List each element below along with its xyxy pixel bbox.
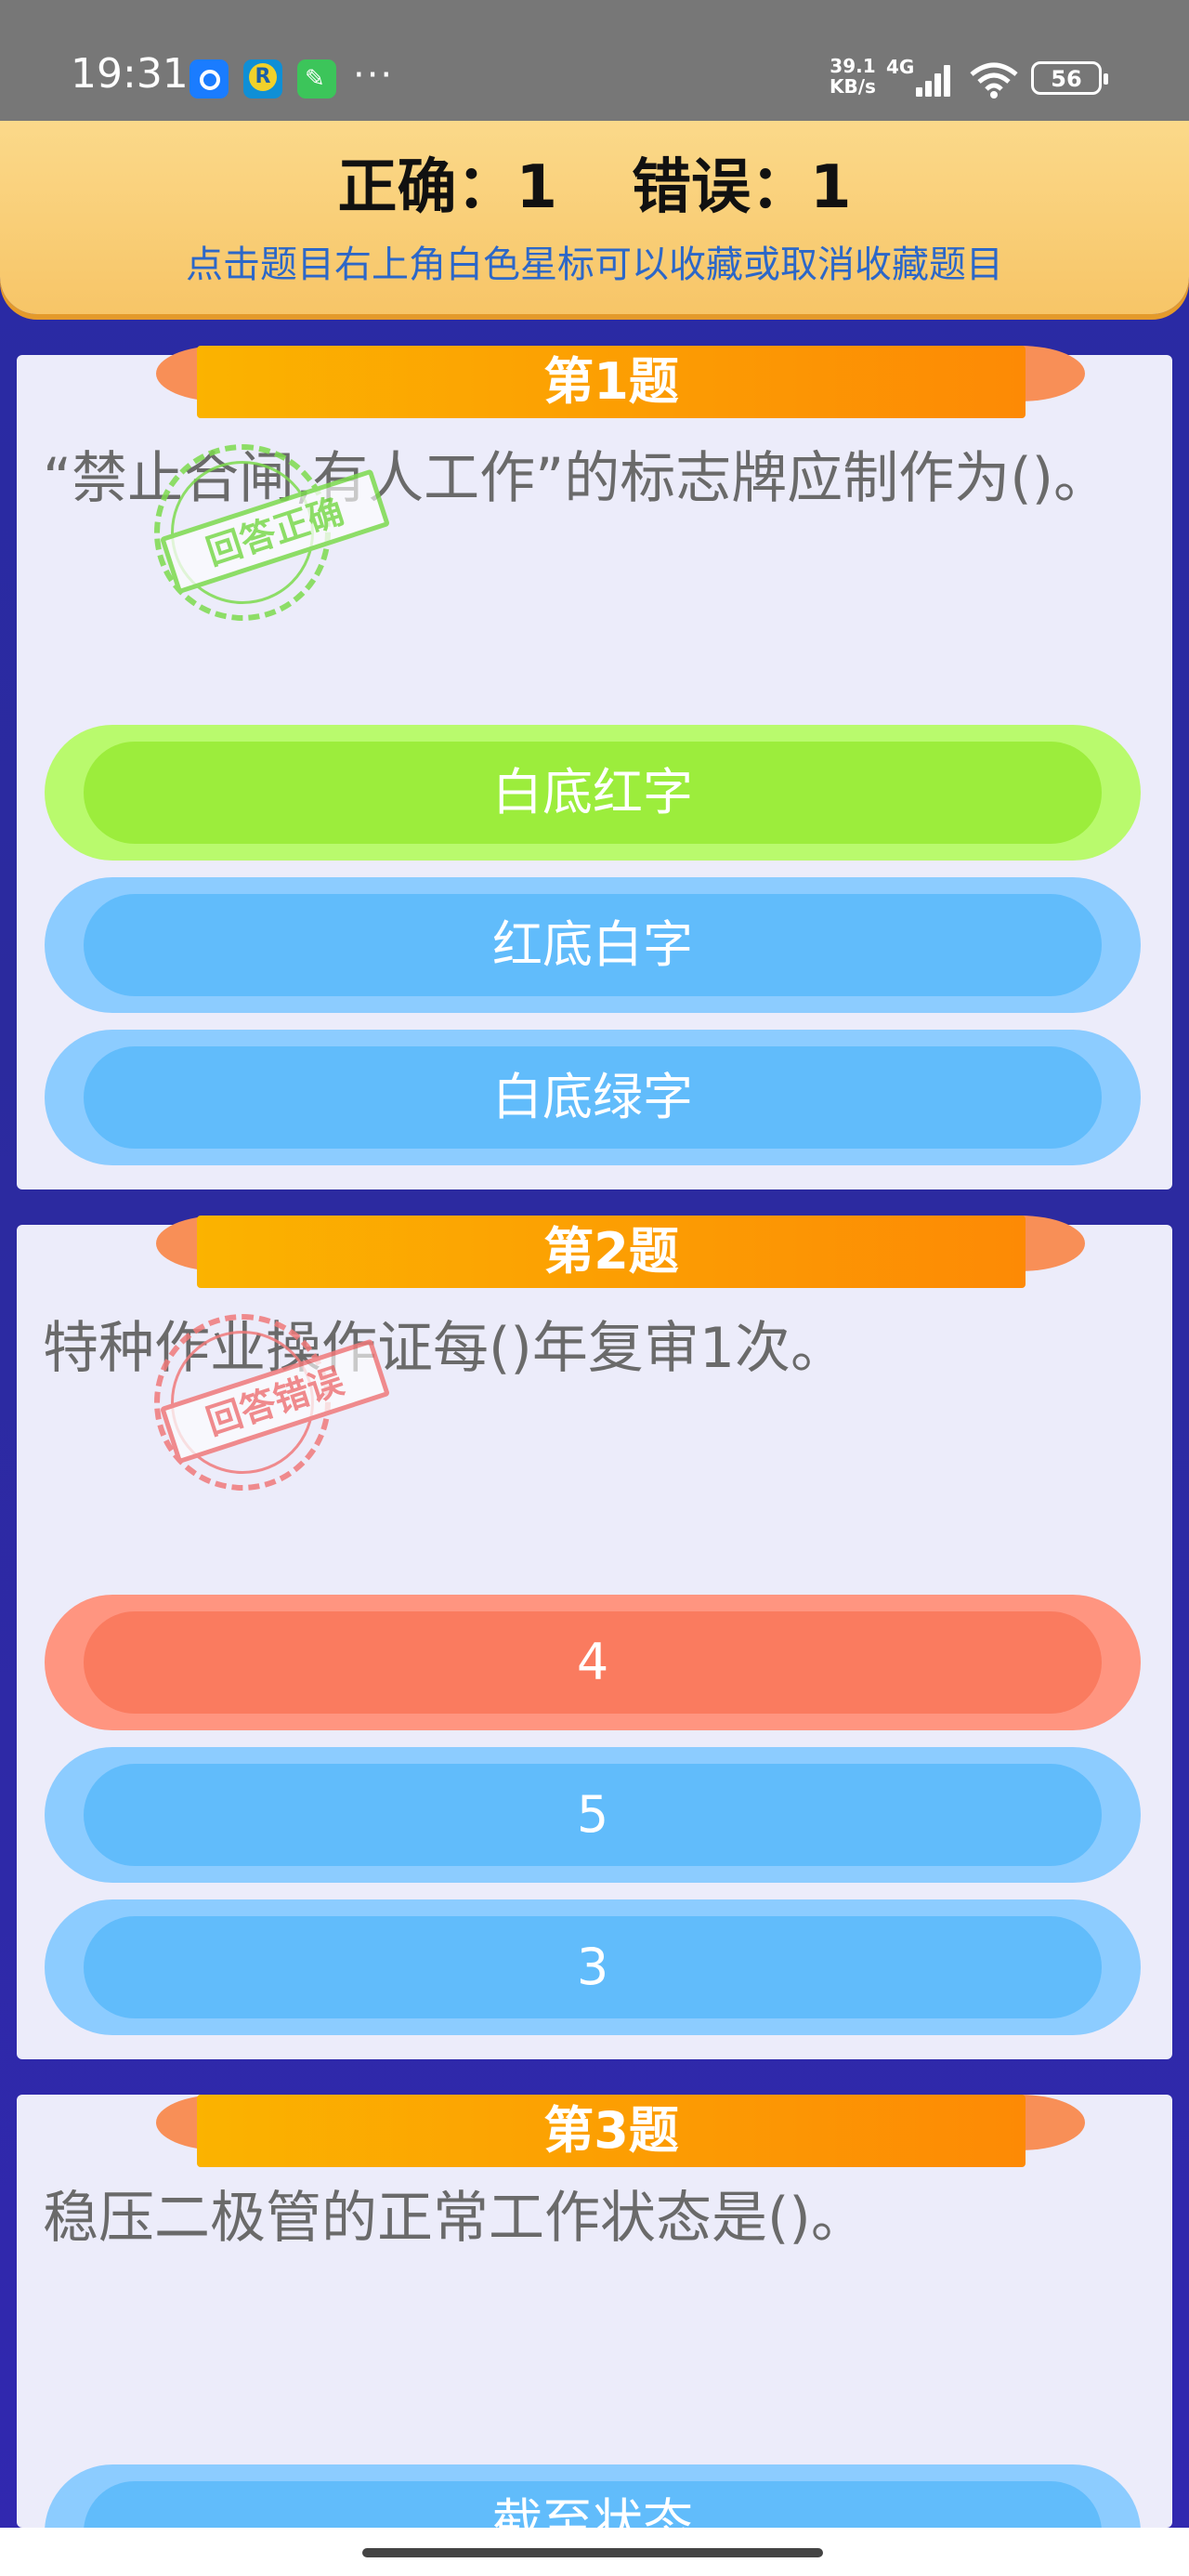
option-a[interactable]: 白底红字 [45,725,1141,861]
question-text: 稳压二极管的正常工作状态是()。 [43,2186,867,2251]
network-speed-value: 39.1 [830,55,876,77]
signal-icon [916,63,953,97]
question-ribbon: 第3题 [156,2095,1085,2173]
option-label: 3 [84,1916,1102,2018]
question-ribbon: 第2题 [156,1216,1085,1294]
wrench-app-notification-icon: ✎ [297,59,336,99]
wifi-icon [970,62,1018,99]
option-label: 4 [84,1611,1102,1714]
status-time: 19:31 [71,50,189,98]
question-card: 第1题 “禁止合闸,有人工作”的标志牌应制作为()。 回答正确 白底红字 红底白… [17,346,1172,1189]
favorite-hint: 点击题目右上角白色星标可以收藏或取消收藏题目 [186,243,1003,286]
option-label: 白底红字 [84,742,1102,844]
question-number: 第3题 [197,2095,1026,2167]
score-header: 正确：1 错误：1 点击题目右上角白色星标可以收藏或取消收藏题目 [0,121,1189,314]
option-b[interactable]: 红底白字 [45,877,1141,1013]
status-bar: 19:31 R ✎ ··· 39.1 KB/s 4G 56 [0,0,1189,121]
option-label: 白底绿字 [84,1046,1102,1149]
network-speed-unit: KB/s [830,75,876,98]
option-label: 5 [84,1764,1102,1866]
r-app-notification-icon: R [243,59,282,99]
option-a[interactable]: 截至状态 [45,2464,1141,2528]
gesture-navigation-bar [0,2528,1189,2576]
network-type: 4G [886,56,915,78]
option-label: 截至状态 [84,2481,1102,2528]
option-label: 红底白字 [84,894,1102,996]
option-a[interactable]: 4 [45,1595,1141,1730]
network-speed: 39.1 KB/s [830,56,876,97]
question-card: 第3题 稳压二极管的正常工作状态是()。 截至状态 [17,2095,1172,2528]
correct-count: 正确：1 [337,153,557,222]
wrong-count: 错误：1 [632,153,852,222]
more-notifications-icon: ··· [353,54,395,97]
wrong-stamp: 回答错误 [154,1314,391,1491]
score-line: 正确：1 错误：1 [0,139,1189,225]
question-card: 第2题 特种作业操作证每()年复审1次。 回答错误 4 5 3 [17,1216,1172,2059]
home-indicator[interactable] [362,2548,823,2557]
battery-level: 56 [1051,66,1082,92]
question-number: 第1题 [197,346,1026,418]
battery-icon: 56 [1031,61,1108,95]
app-notification-icon [189,59,229,99]
option-c[interactable]: 白底绿字 [45,1030,1141,1165]
correct-stamp: 回答正确 [154,444,391,621]
question-number: 第2题 [197,1216,1026,1288]
option-b[interactable]: 5 [45,1747,1141,1883]
option-c[interactable]: 3 [45,1899,1141,2035]
question-ribbon: 第1题 [156,346,1085,424]
